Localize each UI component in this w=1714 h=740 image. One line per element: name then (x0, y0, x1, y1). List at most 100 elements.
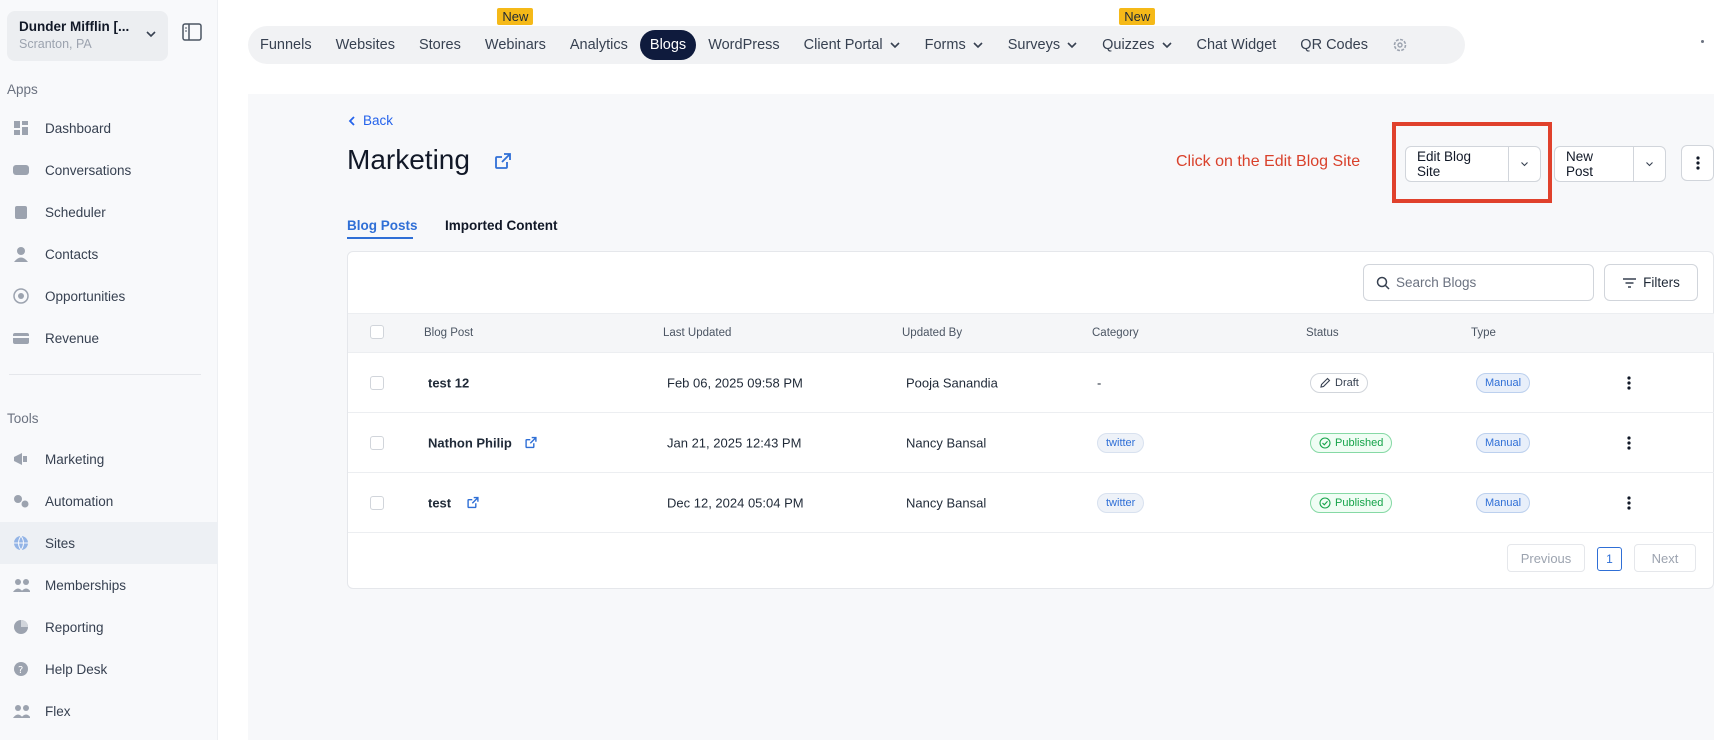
row-kebab-icon[interactable] (1627, 495, 1631, 511)
people-icon (12, 702, 30, 720)
tab-blog-posts[interactable]: Blog Posts (347, 218, 418, 233)
new-post-dropdown[interactable] (1633, 147, 1665, 181)
next-page-button[interactable]: Next (1634, 544, 1696, 572)
column-header-type[interactable]: Type (1471, 327, 1496, 339)
globe-icon (12, 534, 30, 552)
instruction-annotation: Click on the Edit Blog Site (1176, 153, 1361, 170)
column-header-category[interactable]: Category (1092, 327, 1139, 339)
tab-wordpress[interactable]: WordPress (696, 30, 791, 60)
chevron-down-icon (1646, 162, 1653, 167)
sidebar-item-sites[interactable]: Sites (0, 522, 218, 564)
new-post-group: New Post (1554, 146, 1666, 182)
select-all-checkbox[interactable] (370, 325, 384, 339)
category-value: - (1097, 375, 1102, 391)
tab-quizzes[interactable]: Quizzes New (1090, 8, 1184, 60)
row-checkbox[interactable] (370, 436, 384, 450)
tab-blogs[interactable]: Blogs (639, 30, 697, 60)
sidebar-item-help-desk[interactable]: ? Help Desk (0, 648, 218, 690)
tab-label: Chat Widget (1196, 37, 1277, 53)
category-badge: twitter (1097, 433, 1145, 453)
sidebar-item-label: Memberships (45, 577, 127, 593)
tab-funnels[interactable]: Funnels (248, 30, 324, 60)
previous-page-button[interactable]: Previous (1507, 544, 1585, 572)
tab-imported-content[interactable]: Imported Content (445, 218, 558, 233)
top-nav: Funnels Websites Stores Webinars New Anal… (248, 8, 1465, 64)
sidebar-item-dashboard[interactable]: Dashboard (0, 107, 218, 149)
sidebar-item-marketing[interactable]: Marketing (0, 438, 218, 480)
settings-gear[interactable] (1380, 30, 1420, 60)
blog-post-title[interactable]: Nathon Philip (428, 436, 512, 451)
row-kebab-icon[interactable] (1627, 375, 1631, 391)
sidebar-item-contacts[interactable]: Contacts (0, 233, 218, 275)
filters-label: Filters (1643, 275, 1680, 290)
column-header-updated-by[interactable]: Updated By (902, 327, 962, 339)
tools-section-label: Tools (7, 411, 39, 426)
sidebar-item-label: Opportunities (45, 288, 126, 304)
tab-analytics[interactable]: Analytics (558, 30, 640, 60)
current-page-button[interactable]: 1 (1597, 547, 1622, 571)
sidebar-toggle-icon[interactable] (182, 23, 202, 46)
external-link-icon[interactable] (466, 496, 480, 513)
sidebar-item-label: Automation (45, 493, 114, 509)
sidebar-item-revenue[interactable]: Revenue (0, 317, 218, 359)
new-post-button[interactable]: New Post (1555, 147, 1633, 181)
sidebar-divider (9, 374, 201, 375)
tab-client-portal[interactable]: Client Portal (792, 30, 913, 60)
chevron-down-icon (144, 27, 158, 46)
category-badge: twitter (1097, 493, 1145, 513)
last-updated: Feb 06, 2025 09:58 PM (667, 375, 803, 391)
blog-post-title[interactable]: test 12 (428, 376, 469, 391)
sidebar-item-opportunities[interactable]: Opportunities (0, 275, 218, 317)
external-link-icon[interactable] (493, 151, 513, 176)
more-options-button[interactable] (1681, 145, 1714, 181)
sidebar-item-automation[interactable]: Automation (0, 480, 218, 522)
blog-post-title[interactable]: test (428, 496, 451, 511)
sidebar-item-label: Flex (45, 703, 71, 719)
row-checkbox[interactable] (370, 496, 384, 510)
check-circle-icon (1319, 497, 1331, 509)
column-header-last-updated[interactable]: Last Updated (663, 327, 731, 339)
sidebar-item-memberships[interactable]: Memberships (0, 564, 218, 606)
calendar-icon (12, 203, 30, 221)
tab-surveys[interactable]: Surveys (996, 30, 1090, 60)
type-badge: Manual (1476, 373, 1531, 393)
sidebar-item-scheduler[interactable]: Scheduler (0, 191, 218, 233)
tab-label: Quizzes (1102, 37, 1155, 53)
column-header-blog-post[interactable]: Blog Post (424, 327, 473, 339)
tab-websites[interactable]: Websites (324, 30, 407, 60)
sidebar-item-conversations[interactable]: Conversations (0, 149, 218, 191)
sidebar-item-label: Conversations (45, 162, 132, 178)
overflow-dot (1701, 40, 1704, 43)
row-kebab-icon[interactable] (1627, 435, 1631, 451)
svg-text:?: ? (18, 665, 23, 676)
apps-section-label: Apps (7, 82, 38, 97)
search-input[interactable]: Search Blogs (1363, 264, 1594, 301)
active-tab-indicator (347, 237, 413, 239)
dashboard-icon (12, 119, 30, 137)
tab-label: Surveys (1007, 37, 1061, 53)
account-switcher[interactable]: Dunder Mifflin [... Scranton, PA (7, 11, 168, 61)
account-location: Scranton, PA (19, 37, 92, 51)
new-badge: New (497, 8, 534, 25)
chevron-down-icon (890, 42, 900, 49)
search-placeholder: Search Blogs (1396, 275, 1477, 290)
tab-chat-widget[interactable]: Chat Widget (1185, 30, 1289, 60)
sidebar-item-reporting[interactable]: Reporting (0, 606, 218, 648)
tab-forms[interactable]: Forms (913, 30, 996, 60)
tab-webinars[interactable]: Webinars New (473, 8, 558, 60)
tab-label: WordPress (708, 37, 780, 53)
tab-stores[interactable]: Stores (407, 30, 473, 60)
megaphone-icon (12, 450, 30, 468)
help-icon: ? (12, 660, 30, 678)
tab-qr-codes[interactable]: QR Codes (1288, 30, 1380, 60)
filters-button[interactable]: Filters (1604, 264, 1698, 301)
sidebar-item-flex[interactable]: Flex (0, 690, 218, 732)
back-link[interactable]: Back (346, 113, 393, 128)
external-link-icon[interactable] (524, 436, 538, 453)
gears-icon (12, 492, 30, 510)
updated-by: Pooja Sanandia (906, 375, 998, 391)
chat-icon (12, 161, 30, 179)
column-header-status[interactable]: Status (1306, 327, 1339, 339)
row-checkbox[interactable] (370, 376, 384, 390)
search-icon (1376, 276, 1390, 290)
